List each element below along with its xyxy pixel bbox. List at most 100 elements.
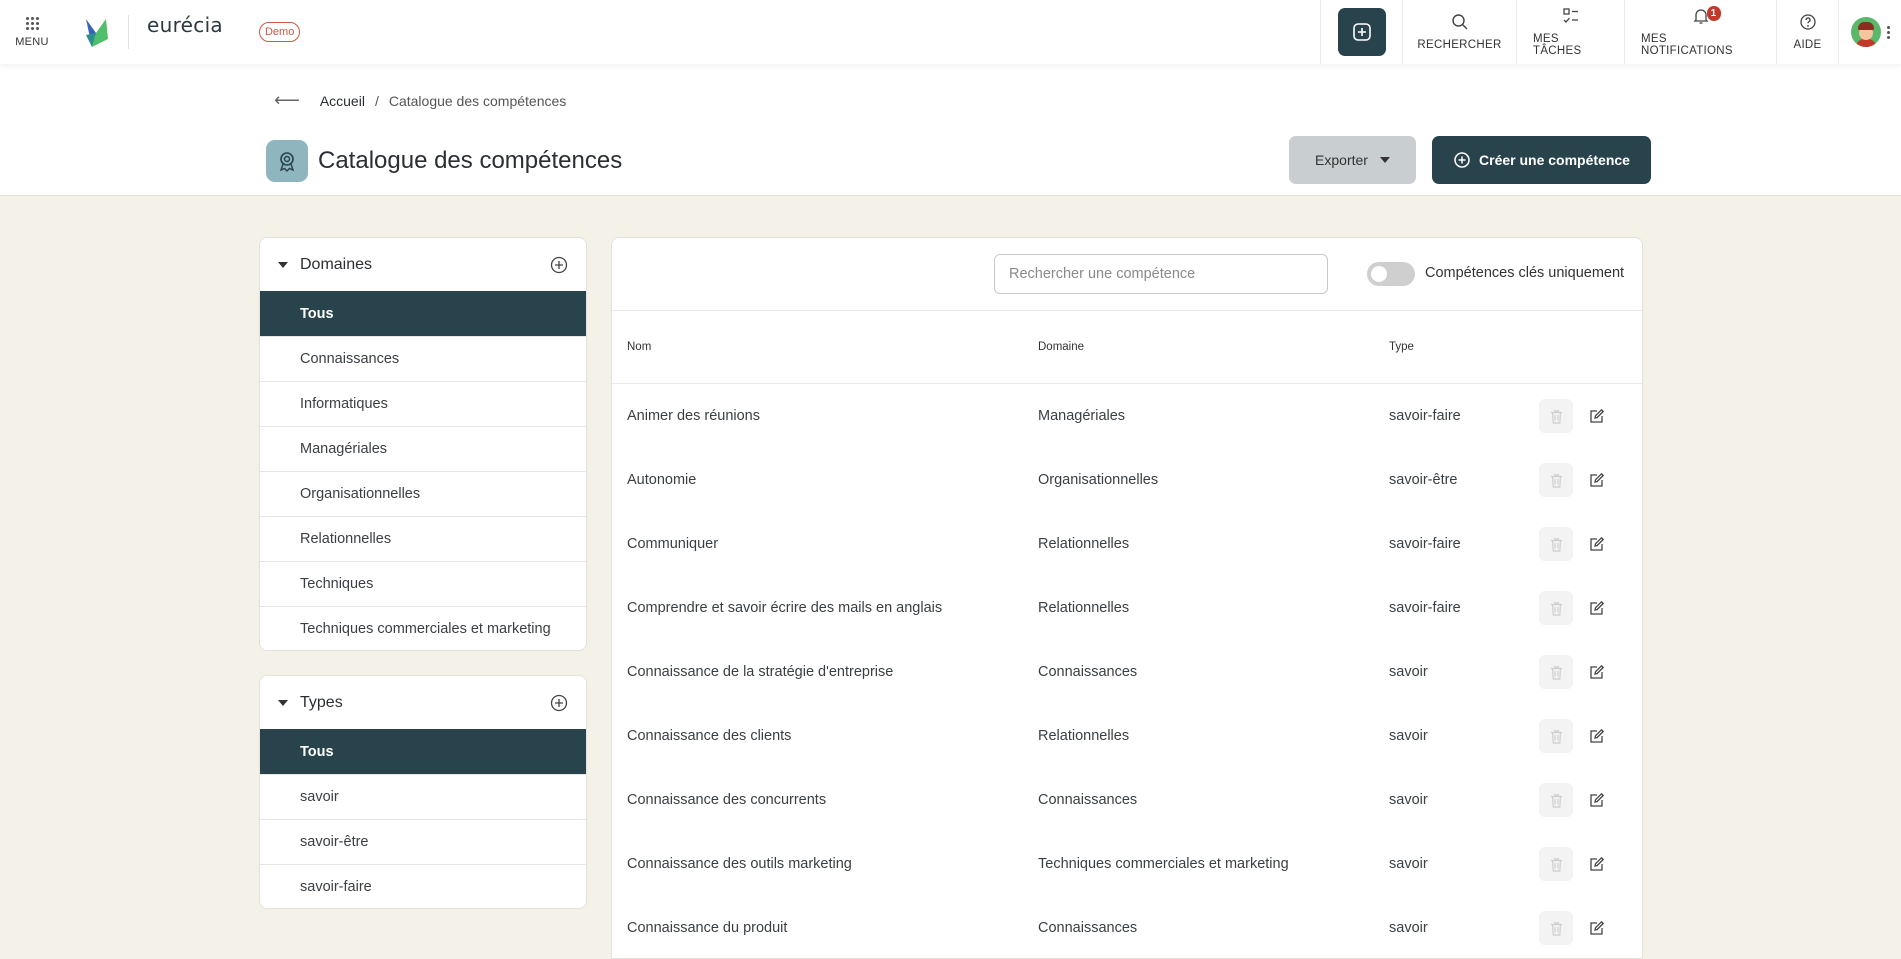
edit-button[interactable]: [1579, 719, 1613, 753]
breadcrumb: ⟵ Accueil / Catalogue des compétences: [274, 90, 566, 111]
table-row[interactable]: Autonomie Organisationnelles savoir-être: [612, 448, 1642, 512]
cell-domaine: Relationnelles: [1038, 600, 1130, 616]
back-arrow-icon[interactable]: ⟵: [274, 90, 300, 111]
search-nav-label: RECHERCHER: [1417, 39, 1502, 51]
delete-button[interactable]: [1539, 399, 1573, 433]
breadcrumb-separator: /: [374, 92, 379, 109]
cell-actions: [1539, 655, 1642, 689]
domains-title: Domaines: [300, 255, 373, 273]
tasks-nav[interactable]: MES TÂCHES: [1516, 0, 1624, 64]
key-competences-toggle[interactable]: [1367, 262, 1415, 286]
table-row[interactable]: Communiquer Relationnelles savoir-faire: [612, 512, 1642, 576]
domain-item-informatiques[interactable]: Informatiques: [260, 381, 586, 426]
trash-icon: [1548, 728, 1565, 745]
edit-icon: [1588, 856, 1605, 873]
search-competence-input[interactable]: [994, 254, 1328, 294]
edit-icon: [1588, 792, 1605, 809]
trash-icon: [1548, 472, 1565, 489]
cell-actions: [1539, 847, 1642, 881]
edit-button[interactable]: [1579, 527, 1613, 561]
cell-type: savoir-faire: [1389, 536, 1461, 552]
edit-icon: [1588, 728, 1605, 745]
help-nav[interactable]: AIDE: [1776, 0, 1838, 64]
breadcrumb-current: Catalogue des compétences: [388, 92, 567, 109]
domain-item-tous[interactable]: Tous: [260, 291, 586, 336]
cell-nom: Connaissance de la stratégie d'entrepris…: [627, 664, 894, 680]
trash-icon: [1548, 536, 1565, 553]
search-nav[interactable]: RECHERCHER: [1402, 0, 1516, 64]
create-competence-label: Créer une compétence: [1479, 152, 1630, 168]
cell-domaine: Connaissances: [1038, 792, 1138, 808]
cell-nom: Connaissance des clients: [627, 728, 792, 744]
tasks-icon: [1562, 8, 1578, 23]
key-competences-toggle-label: Compétences clés uniquement: [1425, 265, 1625, 281]
cell-type: savoir-être: [1389, 472, 1458, 488]
edit-button[interactable]: [1579, 655, 1613, 689]
edit-button[interactable]: [1579, 399, 1613, 433]
domain-item-organisationnelles[interactable]: Organisationnelles: [260, 471, 586, 516]
quick-add-button[interactable]: [1337, 8, 1386, 56]
edit-button[interactable]: [1579, 847, 1613, 881]
delete-button[interactable]: [1539, 463, 1573, 497]
table-row[interactable]: Connaissance du produit Connaissances savo…: [612, 896, 1642, 958]
type-item-savoir-faire[interactable]: savoir-faire: [260, 864, 586, 908]
domain-item-relationnelles[interactable]: Relationnelles: [260, 516, 586, 561]
edit-button[interactable]: [1579, 911, 1613, 945]
table-row[interactable]: Connaissance de la stratégie d'entrepris…: [612, 640, 1642, 704]
edit-button[interactable]: [1579, 463, 1613, 497]
table-row[interactable]: Comprendre et savoir écrire des mails en…: [612, 576, 1642, 640]
domain-item-techniques-commerciales[interactable]: Techniques commerciales et marketing: [260, 606, 586, 650]
domain-item-manageriales[interactable]: Managériales: [260, 426, 586, 471]
trash-icon: [1548, 920, 1565, 937]
table-row[interactable]: Connaissance des concurrents Connaissance…: [612, 768, 1642, 832]
notifications-nav[interactable]: 1 MES NOTIFICATIONS: [1624, 0, 1776, 64]
cell-type: savoir: [1389, 728, 1428, 744]
column-header-nom[interactable]: Nom: [612, 341, 1038, 353]
domains-panel-header[interactable]: Domaines: [260, 238, 586, 291]
delete-button[interactable]: [1539, 783, 1573, 817]
column-header-domaine[interactable]: Domaine: [1038, 341, 1389, 353]
type-item-tous[interactable]: Tous: [260, 729, 586, 774]
export-button[interactable]: Exporter: [1289, 136, 1416, 184]
export-button-label: Exporter: [1315, 152, 1368, 168]
table-row[interactable]: Animer des réunions Managériales savoir-fa…: [612, 384, 1642, 448]
cell-actions: [1539, 719, 1642, 753]
type-item-savoir[interactable]: savoir: [260, 774, 586, 819]
trash-icon: [1548, 408, 1565, 425]
trash-icon: [1548, 792, 1565, 809]
table-row[interactable]: Connaissance des outils marketing Techniq…: [612, 832, 1642, 896]
delete-button[interactable]: [1539, 847, 1573, 881]
delete-button[interactable]: [1539, 591, 1573, 625]
types-panel-header[interactable]: Types: [260, 676, 586, 729]
cell-domaine: Techniques commerciales et marketing: [1038, 856, 1289, 872]
avatar: [1850, 17, 1881, 47]
column-header-type[interactable]: Type: [1389, 341, 1539, 353]
add-type-plus-icon[interactable]: [550, 694, 568, 712]
create-competence-button[interactable]: Créer une compétence: [1432, 136, 1651, 184]
page-title: Catalogue des compétences: [318, 147, 623, 174]
edit-button[interactable]: [1579, 783, 1613, 817]
type-item-savoir-etre[interactable]: savoir-être: [260, 819, 586, 864]
competences-table-card: Compétences clés uniquement Nom Domaine …: [611, 237, 1643, 959]
menu-button[interactable]: MENU: [0, 0, 64, 64]
badge-award-icon: [266, 140, 308, 182]
cell-nom: Animer des réunions: [627, 408, 760, 424]
delete-button[interactable]: [1539, 527, 1573, 561]
cell-type: savoir: [1389, 856, 1428, 872]
delete-button[interactable]: [1539, 719, 1573, 753]
delete-button[interactable]: [1539, 911, 1573, 945]
table-row[interactable]: Connaissance des clients Relationnelles sa…: [612, 704, 1642, 768]
page-header: ⟵ Accueil / Catalogue des compétences Ca…: [0, 64, 1901, 196]
add-domain-plus-icon[interactable]: [550, 256, 568, 274]
menu-label: MENU: [15, 35, 49, 48]
cell-domaine: Organisationnelles: [1038, 472, 1159, 488]
domain-item-techniques[interactable]: Techniques: [260, 561, 586, 606]
trash-icon: [1548, 600, 1565, 617]
domain-item-connaissances[interactable]: Connaissances: [260, 336, 586, 381]
more-vertical-icon: [1886, 25, 1890, 39]
delete-button[interactable]: [1539, 655, 1573, 689]
breadcrumb-home-link[interactable]: Accueil: [320, 93, 365, 109]
user-menu[interactable]: [1838, 0, 1901, 64]
edit-button[interactable]: [1579, 591, 1613, 625]
logo[interactable]: [64, 0, 112, 64]
